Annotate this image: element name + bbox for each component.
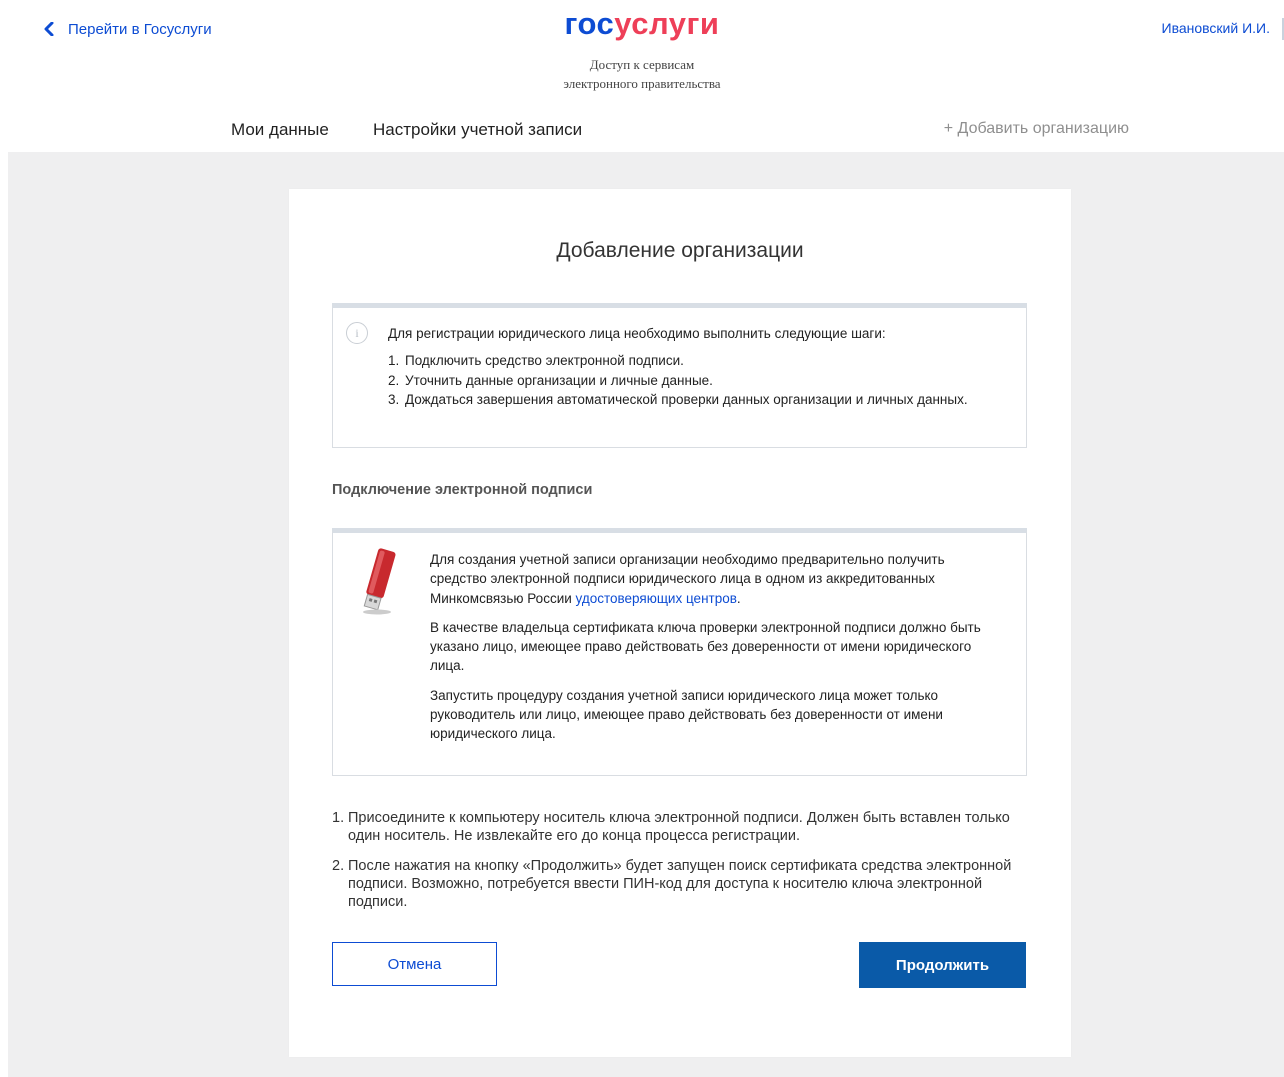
- info-icon: i: [346, 322, 368, 344]
- instruction-number: 2.: [332, 858, 345, 874]
- signature-paragraph-3: Запустить процедуру создания учетной зап…: [430, 687, 943, 742]
- list-item: 1. Присоедините к компьютеру носитель клю…: [332, 809, 1032, 845]
- usb-token-icon: [363, 548, 396, 615]
- step-text: Уточнить данные организации и личные дан…: [405, 372, 713, 388]
- step-number: 2.: [388, 372, 400, 388]
- section-heading-signature: Подключение электронной подписи: [332, 482, 593, 498]
- logo-part-uslugi: услуги: [614, 6, 720, 41]
- info-panel: i Для регистрации юридического лица необ…: [332, 303, 1027, 448]
- signature-p1-end: .: [736, 590, 741, 606]
- tagline: Доступ к сервисам электронного правитель…: [0, 55, 1284, 93]
- instructions-list: 1. Присоедините к компьютеру носитель клю…: [332, 809, 1032, 923]
- tagline-line-2: электронного правительства: [563, 76, 721, 91]
- list-item: 3. Дождаться завершения автоматической пр…: [388, 390, 995, 410]
- gosuslugi-logo[interactable]: госуслуги: [0, 4, 1284, 44]
- continue-button[interactable]: Продолжить: [859, 942, 1026, 988]
- logo-part-gos: гос: [564, 6, 615, 41]
- list-item: 2. Уточнить данные организации и личные д…: [388, 371, 995, 391]
- step-number: 1.: [388, 353, 400, 368]
- signature-paragraph-2: В качестве владельца сертификата ключа п…: [430, 619, 981, 674]
- list-item: 2. После нажатия на кнопку «Продолжить» б…: [332, 857, 1032, 911]
- signature-paragraph-1: Для создания учетной записи организации …: [430, 550, 1000, 608]
- page-title: Добавление организации: [556, 239, 804, 262]
- add-organization-link[interactable]: + Добавить организацию: [944, 120, 1129, 138]
- tagline-line-1: Доступ к сервисам: [589, 57, 695, 72]
- instruction-number: 1.: [332, 810, 345, 826]
- add-organization-card: Добавление организации i Для регистрации…: [289, 189, 1071, 1057]
- nav-account-settings[interactable]: Настройки учетной записи: [373, 120, 582, 140]
- cancel-button[interactable]: Отмена: [332, 942, 497, 986]
- signature-panel: Для создания учетной записи организации …: [332, 528, 1027, 776]
- step-text: Дождаться завершения автоматической пров…: [405, 392, 968, 407]
- info-lead-text: Для регистрации юридического лица необхо…: [388, 326, 886, 341]
- instruction-text: Присоедините к компьютеру носитель ключа…: [348, 810, 1010, 844]
- certification-centers-link[interactable]: удостоверяющих центров: [576, 591, 737, 606]
- step-text: Подключить средство электронной подписи.: [405, 353, 684, 368]
- step-number: 3.: [388, 392, 400, 407]
- user-name-link[interactable]: Ивановский И.И.: [1162, 20, 1271, 36]
- nav-my-data[interactable]: Мои данные: [231, 120, 329, 140]
- list-item: 1. Подключить средство электронной подпис…: [388, 351, 995, 371]
- account-nav: Мои данные Настройки учетной записи + До…: [0, 120, 1284, 146]
- signature-text: Для создания учетной записи организации …: [430, 550, 1000, 754]
- instruction-text: После нажатия на кнопку «Продолжить» буд…: [348, 858, 1012, 910]
- info-steps-list: 1. Подключить средство электронной подпис…: [388, 351, 995, 410]
